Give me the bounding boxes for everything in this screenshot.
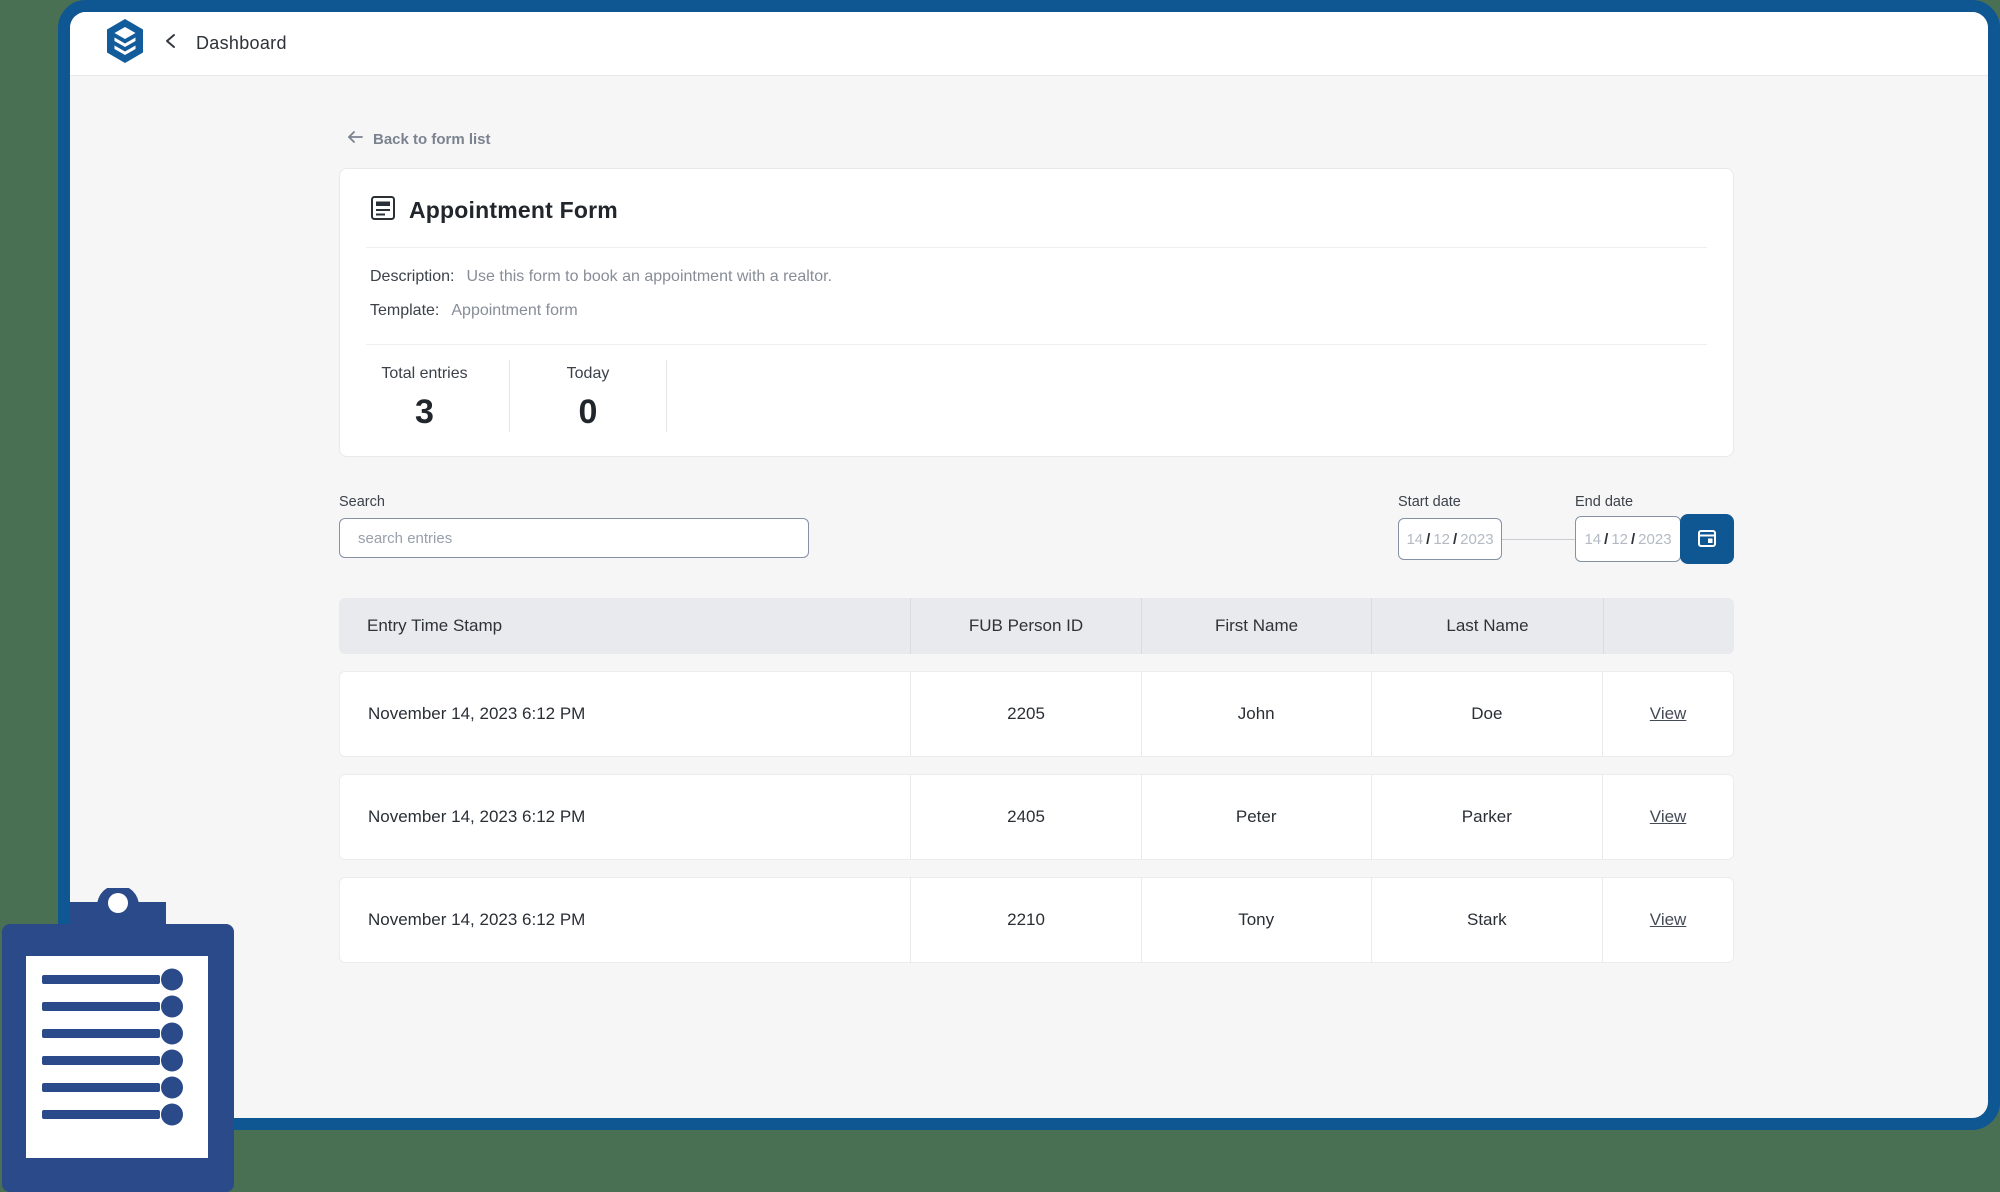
date-separator: / <box>1453 530 1458 548</box>
layers-icon <box>104 18 146 69</box>
header-first-name: First Name <box>1142 598 1372 654</box>
header-actions <box>1604 598 1734 654</box>
calendar-button[interactable] <box>1680 514 1734 564</box>
stat-today: Today 0 <box>510 360 667 432</box>
start-date-label: Start date <box>1398 494 1461 510</box>
end-month: 12 <box>1611 530 1628 548</box>
back-to-form-list-link[interactable]: Back to form list <box>346 130 491 148</box>
template-label: Template: <box>370 302 440 319</box>
cell-first-name: John <box>1142 672 1372 756</box>
cell-fub-person-id: 2210 <box>911 878 1142 962</box>
search-label: Search <box>339 494 385 510</box>
entries-table: Entry Time Stamp FUB Person ID First Nam… <box>339 598 1734 963</box>
app-window: Dashboard Back to form list Appointment … <box>58 0 2000 1130</box>
view-link[interactable]: View <box>1650 807 1687 827</box>
stat-total-entries: Total entries 3 <box>370 360 510 432</box>
table-header-row: Entry Time Stamp FUB Person ID First Nam… <box>339 598 1734 654</box>
table-row: November 14, 2023 6:12 PM 2405 Peter Par… <box>339 774 1734 860</box>
cell-timestamp: November 14, 2023 6:12 PM <box>340 878 912 962</box>
start-date-input[interactable]: 14 / 12 / 2023 <box>1398 518 1502 560</box>
back-link-label: Back to form list <box>373 130 491 148</box>
clipboard-checklist-illustration <box>0 885 236 1192</box>
start-day: 14 <box>1406 530 1424 548</box>
stat-label: Total entries <box>381 365 468 382</box>
date-separator: / <box>1426 530 1431 548</box>
end-day: 14 <box>1584 530 1602 548</box>
end-date-input[interactable]: 14 / 12 / 2023 <box>1575 516 1681 562</box>
cell-timestamp: November 14, 2023 6:12 PM <box>340 775 912 859</box>
date-range-connector <box>1502 539 1575 540</box>
header-entry-time-stamp: Entry Time Stamp <box>339 598 911 654</box>
template-value: Appointment form <box>451 302 578 319</box>
cell-last-name: Parker <box>1372 775 1604 859</box>
cell-first-name: Peter <box>1142 775 1372 859</box>
date-separator: / <box>1631 530 1636 548</box>
description-value: Use this form to book an appointment wit… <box>466 268 833 285</box>
start-month: 12 <box>1433 530 1450 548</box>
start-year: 2023 <box>1460 530 1494 548</box>
header-fub-person-id: FUB Person ID <box>911 598 1142 654</box>
stat-value: 0 <box>578 393 598 431</box>
table-row: November 14, 2023 6:12 PM 2210 Tony Star… <box>339 877 1734 963</box>
table-row: November 14, 2023 6:12 PM 2205 John Doe … <box>339 671 1734 757</box>
form-title: Appointment Form <box>409 197 618 223</box>
stat-label: Today <box>566 365 610 382</box>
cell-fub-person-id: 2205 <box>911 672 1142 756</box>
cell-first-name: Tony <box>1142 878 1372 962</box>
form-icon <box>370 195 396 226</box>
cell-timestamp: November 14, 2023 6:12 PM <box>340 672 912 756</box>
header-last-name: Last Name <box>1372 598 1604 654</box>
cell-last-name: Stark <box>1372 878 1604 962</box>
end-year: 2023 <box>1638 530 1672 548</box>
topbar: Dashboard <box>70 12 1988 76</box>
form-summary-card: Appointment Form Description: Use this f… <box>339 168 1734 457</box>
view-link[interactable]: View <box>1650 704 1687 724</box>
cell-last-name: Doe <box>1372 672 1604 756</box>
arrow-left-icon <box>346 130 364 148</box>
date-separator: / <box>1604 530 1609 548</box>
chevron-left-icon[interactable] <box>164 33 178 54</box>
description-label: Description: <box>370 268 455 285</box>
calendar-icon <box>1696 527 1718 552</box>
view-link[interactable]: View <box>1650 910 1687 930</box>
search-input[interactable] <box>339 518 809 558</box>
page-title: Dashboard <box>196 33 287 53</box>
end-date-label: End date <box>1575 494 1634 510</box>
stat-value: 3 <box>415 393 434 431</box>
cell-fub-person-id: 2405 <box>911 775 1142 859</box>
